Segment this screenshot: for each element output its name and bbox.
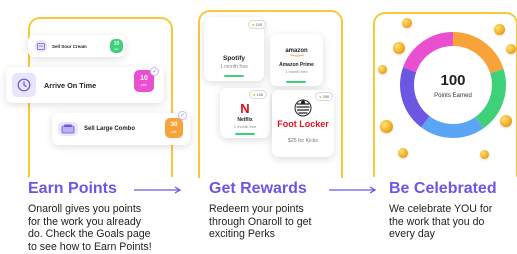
coin-icon (393, 42, 405, 54)
coin-icon: ● (319, 94, 322, 99)
points-value: 100 (440, 72, 466, 89)
arrow-right-icon (329, 186, 377, 194)
get-rewards-heading: Get Rewards (209, 180, 307, 197)
check-icon: ✓ (178, 111, 187, 120)
get-rewards-description: Redeem your points through Onaroll to ge… (209, 203, 312, 240)
reward-tile-netflix[interactable]: ● 100 N Netflix 1 month free (220, 88, 270, 138)
points-badge: 10 pts (110, 39, 123, 53)
be-celebrated-description: We celebrate YOU for the work that you d… (389, 203, 493, 240)
task-card-arrive-on-time[interactable]: Arrive On Time 10 pts ✓ (6, 67, 164, 103)
receipt-icon (35, 40, 47, 52)
reward-tile-foot-locker[interactable]: ● 250 Foot Locker $25 for Kicks (272, 90, 334, 157)
be-celebrated-heading: Be Celebrated (389, 180, 497, 197)
points-badge: 30 pts (165, 118, 183, 138)
earn-points-heading: Earn Points (28, 180, 117, 197)
coin-icon: ● (253, 92, 256, 97)
coin-icon (380, 120, 393, 133)
cost-pill: ● 100 (249, 90, 268, 99)
task-card-sell-sour-cream[interactable]: Sell Sour Cream 10 pts (28, 35, 125, 57)
task-card-sell-large-combo[interactable]: Sell Large Combo 30 pts ✓ (52, 111, 190, 145)
coin-icon (480, 150, 489, 159)
coin-icon (506, 44, 516, 54)
check-icon: ✓ (150, 67, 159, 76)
reward-tile-amazon-prime[interactable]: amazon Amazon Prime 1 month free (270, 34, 323, 86)
reward-name: Amazon Prime (279, 62, 314, 68)
arrow-right-icon (134, 186, 182, 194)
task-label: Arrive On Time (44, 80, 97, 90)
coin-icon: ● (252, 22, 255, 27)
reward-name: Netflix (237, 117, 253, 123)
coin-icon (500, 115, 512, 127)
reward-name: Spotify (222, 55, 246, 62)
reward-progress-bar (286, 81, 306, 83)
reward-name: Foot Locker (277, 119, 329, 129)
coin-icon (398, 148, 408, 158)
amazon-smile-icon (289, 54, 304, 57)
reward-subtitle: 1 month free (233, 124, 257, 129)
reward-subtitle: 1 month free (219, 64, 249, 70)
task-label: Sell Large Combo (84, 126, 136, 132)
reward-subtitle: $25 for Kicks (288, 138, 318, 144)
referee-icon (294, 99, 312, 117)
netflix-logo: N (240, 101, 250, 116)
combo-meal-icon (58, 122, 78, 136)
cost-pill: ● 100 (248, 20, 267, 29)
reward-tile-spotify[interactable]: ● 100 Spotify 1 month free (204, 17, 267, 81)
cost-pill: ● 250 (315, 92, 334, 101)
amazon-logo: amazon (285, 48, 308, 54)
points-label: Points Earned (434, 93, 472, 99)
coin-icon (494, 24, 505, 35)
earn-points-description: Onaroll gives you points for the work yo… (28, 203, 152, 253)
coin-icon (402, 18, 412, 28)
coin-icon (378, 65, 387, 74)
reward-progress-bar (224, 75, 244, 77)
reward-progress-bar (235, 133, 255, 135)
clock-icon (12, 73, 36, 97)
task-label: Sell Sour Cream (52, 43, 87, 49)
reward-subtitle: 1 month free (285, 69, 308, 74)
